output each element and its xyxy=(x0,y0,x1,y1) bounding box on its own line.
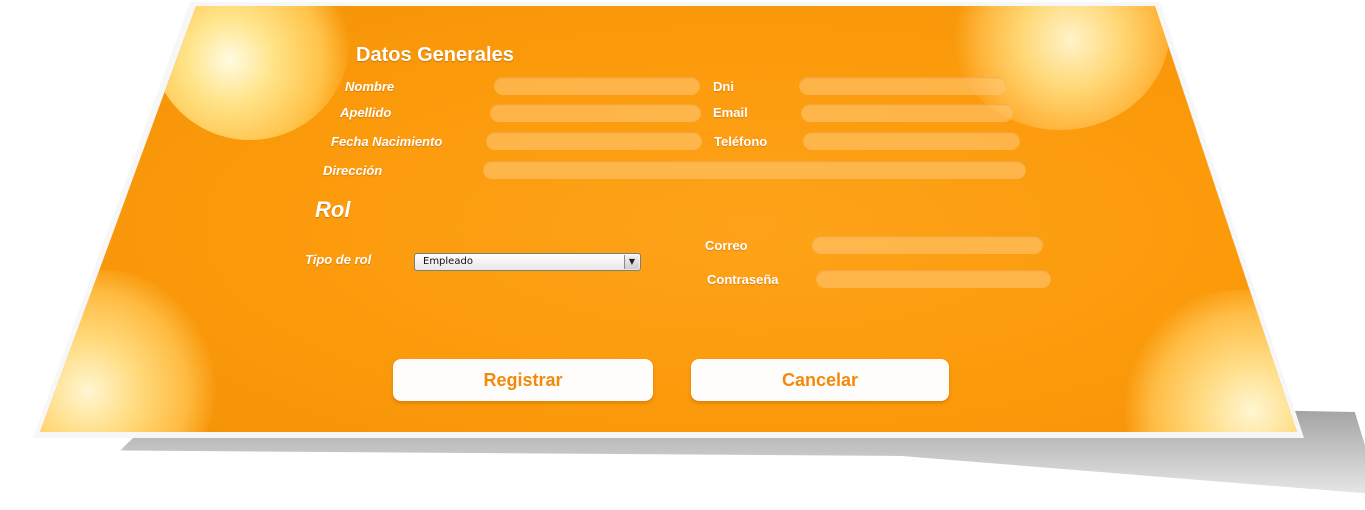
registration-form-panel: Datos Generales Nombre Dni Apellido Emai… xyxy=(40,6,1297,432)
correo-label: Correo xyxy=(705,238,748,253)
contrasena-field[interactable] xyxy=(816,270,1051,288)
datos-generales-title: Datos Generales xyxy=(356,44,514,66)
tipo-rol-label: Tipo de rol xyxy=(305,252,372,267)
telefono-label: Teléfono xyxy=(714,134,768,149)
correo-field[interactable] xyxy=(812,236,1043,254)
nombre-label: Nombre xyxy=(345,79,395,94)
apellido-field[interactable] xyxy=(490,104,701,122)
nombre-field[interactable] xyxy=(494,77,700,95)
decorative-orb xyxy=(40,270,220,432)
email-label: Email xyxy=(713,105,748,120)
email-field[interactable] xyxy=(801,104,1013,122)
decorative-orb xyxy=(150,6,350,140)
telefono-field[interactable] xyxy=(803,132,1020,150)
direccion-label: Dirección xyxy=(323,163,383,178)
tipo-rol-value: Empleado xyxy=(423,256,473,267)
apellido-label: Apellido xyxy=(340,105,392,120)
chevron-down-icon[interactable]: ▼ xyxy=(624,255,639,269)
fecha-nacimiento-label: Fecha Nacimiento xyxy=(331,134,443,149)
tipo-rol-select[interactable]: Empleado ▼ xyxy=(414,253,641,271)
rol-title: Rol xyxy=(315,197,351,222)
dni-field[interactable] xyxy=(799,77,1006,95)
cancelar-button[interactable]: Cancelar xyxy=(691,359,949,401)
fecha-nacimiento-field[interactable] xyxy=(486,132,702,150)
contrasena-label: Contraseña xyxy=(707,272,779,287)
dni-label: Dni xyxy=(713,79,734,94)
registrar-button[interactable]: Registrar xyxy=(393,359,653,401)
direccion-field[interactable] xyxy=(483,161,1026,179)
